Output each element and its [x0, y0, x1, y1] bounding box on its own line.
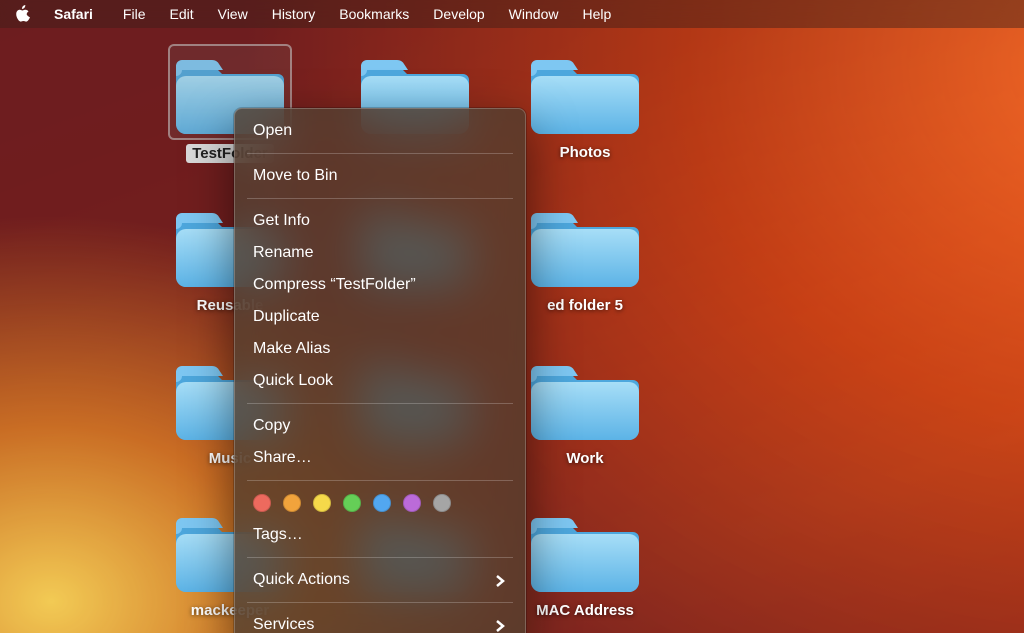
context-menu-item-label: Services [253, 614, 314, 633]
apple-menu[interactable] [14, 5, 32, 23]
desktop-folder-label: Work [566, 450, 603, 467]
context-menu-item-label: Quick Look [253, 370, 333, 392]
menu-item-file[interactable]: File [111, 0, 158, 28]
context-menu-item[interactable]: Make Alias [235, 333, 525, 365]
chevron-right-icon [493, 573, 507, 587]
context-menu-item[interactable]: Copy [235, 410, 525, 442]
desktop[interactable]: TestFolder Photos [0, 28, 1024, 633]
context-menu-tags-row [235, 487, 525, 519]
context-menu-item[interactable]: Services [235, 609, 525, 633]
menu-item-window[interactable]: Window [497, 0, 571, 28]
context-menu-item-label: Open [253, 120, 292, 142]
context-menu-item-label: Move to Bin [253, 165, 337, 187]
context-menu-item[interactable]: Open [235, 115, 525, 147]
chevron-right-icon [493, 618, 507, 632]
menubar: Safari FileEditViewHistoryBookmarksDevel… [0, 0, 1024, 28]
folder-icon [531, 203, 639, 289]
context-menu-item[interactable]: Compress “TestFolder” [235, 269, 525, 301]
context-menu-item-label: Share… [253, 447, 312, 469]
context-menu-separator [247, 153, 513, 154]
tag-color-dot[interactable] [343, 494, 361, 512]
context-menu-item-label: Duplicate [253, 306, 320, 328]
tag-color-dot[interactable] [373, 494, 391, 512]
context-menu-separator [247, 198, 513, 199]
context-menu-item[interactable]: Tags… [235, 519, 525, 551]
context-menu-item[interactable]: Rename [235, 237, 525, 269]
context-menu-item[interactable]: Quick Actions [235, 564, 525, 596]
menu-item-bookmarks[interactable]: Bookmarks [327, 0, 421, 28]
menu-item-edit[interactable]: Edit [157, 0, 205, 28]
context-menu-separator [247, 602, 513, 603]
context-menu-item-label: Compress “TestFolder” [253, 274, 416, 296]
menu-item-develop[interactable]: Develop [421, 0, 496, 28]
folder-icon [531, 50, 639, 136]
tag-color-dot[interactable] [253, 494, 271, 512]
desktop-folder-label: ed folder 5 [547, 297, 623, 314]
context-menu-item[interactable]: Move to Bin [235, 160, 525, 192]
app-name[interactable]: Safari [46, 6, 101, 22]
context-menu-item-label: Quick Actions [253, 569, 350, 591]
desktop-folder-label: MAC Address [536, 602, 634, 619]
menu-item-view[interactable]: View [206, 0, 260, 28]
apple-logo-icon [14, 5, 30, 23]
context-menu: Open Move to Bin Get Info Rename Compress “T… [234, 108, 526, 633]
folder-icon [531, 356, 639, 442]
context-menu-item[interactable]: Quick Look [235, 365, 525, 397]
context-menu-item-label: Make Alias [253, 338, 330, 360]
tag-color-dot[interactable] [283, 494, 301, 512]
desktop-folder-label: Photos [560, 144, 611, 161]
tag-color-dot[interactable] [313, 494, 331, 512]
context-menu-separator [247, 557, 513, 558]
context-menu-item-label: Get Info [253, 210, 310, 232]
context-menu-item-label: Rename [253, 242, 313, 264]
menu-item-history[interactable]: History [260, 0, 328, 28]
context-menu-item[interactable]: Share… [235, 442, 525, 474]
context-menu-item[interactable]: Get Info [235, 205, 525, 237]
folder-icon [531, 508, 639, 594]
context-menu-item-label: Tags… [253, 524, 303, 546]
context-menu-item-label: Copy [253, 415, 290, 437]
context-menu-separator [247, 403, 513, 404]
context-menu-item[interactable]: Duplicate [235, 301, 525, 333]
context-menu-separator [247, 480, 513, 481]
tag-color-dot[interactable] [433, 494, 451, 512]
tag-color-dot[interactable] [403, 494, 421, 512]
menu-item-help[interactable]: Help [570, 0, 623, 28]
